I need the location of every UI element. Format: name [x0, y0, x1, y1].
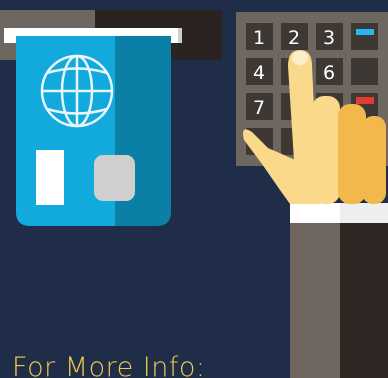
key-label: 2 [288, 27, 300, 49]
key-label: 7 [253, 97, 265, 119]
key-label: 4 [253, 62, 265, 84]
key-label: 6 [323, 62, 335, 84]
card-stripe [36, 150, 64, 205]
key-label: 3 [323, 27, 335, 49]
globe-icon [40, 54, 114, 128]
bank-card-icon [16, 36, 171, 226]
fingertip-highlight [292, 51, 308, 65]
key-label: 1 [253, 27, 265, 49]
atm-illustration: 1 2 3 4 6 7 For More Info: [0, 0, 388, 378]
blue-key-indicator [356, 29, 374, 35]
red-key-indicator [356, 97, 374, 104]
illustration-canvas: 1 2 3 4 6 7 [0, 10, 388, 378]
caption-text: For More Info: [12, 352, 206, 378]
card-chip [94, 155, 135, 201]
